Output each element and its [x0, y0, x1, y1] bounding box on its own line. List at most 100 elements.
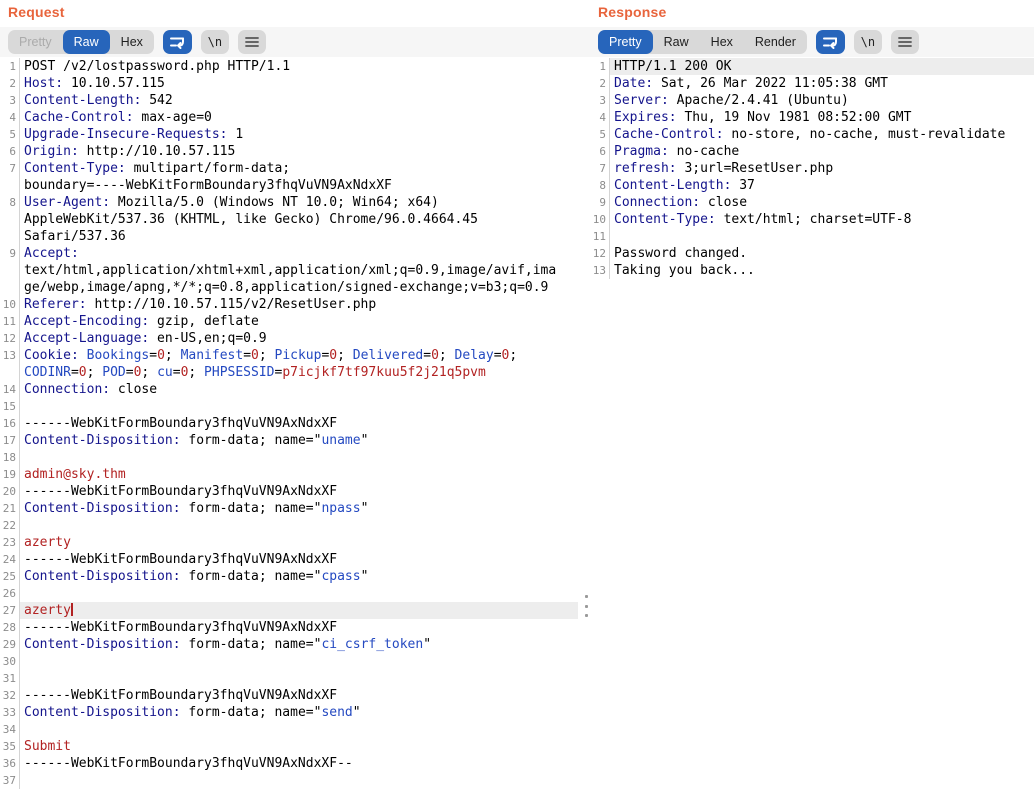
line-number: 6 — [590, 143, 609, 160]
line-number: 9 — [590, 194, 609, 211]
code-line: 15 — [0, 398, 578, 415]
line-number: 23 — [0, 534, 19, 551]
line-text: Cookie: Bookings=0; Manifest=0; Pickup=0… — [19, 347, 578, 364]
newline-icon-button[interactable]: \n — [201, 30, 229, 54]
line-number: 6 — [0, 143, 19, 160]
line-number — [0, 262, 19, 279]
response-editor[interactable]: 1HTTP/1.1 200 OK2Date: Sat, 26 Mar 2022 … — [590, 58, 1034, 279]
line-number: 8 — [590, 177, 609, 194]
grip-dot-icon — [585, 614, 588, 617]
line-text: CODINR=0; POD=0; cu=0; PHPSESSID=p7icjkf… — [19, 364, 578, 381]
line-text: text/html,application/xhtml+xml,applicat… — [19, 262, 578, 279]
line-text: Submit — [19, 738, 578, 755]
line-number: 7 — [0, 160, 19, 177]
code-line: 6Origin: http://10.10.57.115 — [0, 143, 578, 160]
line-number: 13 — [590, 262, 609, 279]
line-text: ------WebKitFormBoundary3fhqVuVN9AxNdxXF — [19, 415, 578, 432]
code-line: 16------WebKitFormBoundary3fhqVuVN9AxNdx… — [0, 415, 578, 432]
line-text: boundary=----WebKitFormBoundary3fhqVuVN9… — [19, 177, 578, 194]
request-panel-title: Request — [8, 4, 65, 20]
code-line: 7refresh: 3;url=ResetUser.php — [590, 160, 1034, 177]
code-line: 28------WebKitFormBoundary3fhqVuVN9AxNdx… — [0, 619, 578, 636]
tab-hex[interactable]: Hex — [110, 30, 154, 54]
code-line: 11Accept-Encoding: gzip, deflate — [0, 313, 578, 330]
line-number: 32 — [0, 687, 19, 704]
tab-raw[interactable]: Raw — [653, 30, 700, 54]
code-line: 12Password changed. — [590, 245, 1034, 262]
code-line: AppleWebKit/537.36 (KHTML, like Gecko) C… — [0, 211, 578, 228]
line-number — [0, 279, 19, 296]
code-line: 2Date: Sat, 26 Mar 2022 11:05:38 GMT — [590, 75, 1034, 92]
wrap-icon-button[interactable] — [816, 30, 845, 54]
tab-render[interactable]: Render — [744, 30, 807, 54]
line-text — [19, 585, 578, 602]
code-line: 32------WebKitFormBoundary3fhqVuVN9AxNdx… — [0, 687, 578, 704]
line-number: 2 — [590, 75, 609, 92]
line-text: Accept-Encoding: gzip, deflate — [19, 313, 578, 330]
newline-icon-button[interactable]: \n — [854, 30, 882, 54]
line-number: 2 — [0, 75, 19, 92]
grip-dot-icon — [585, 595, 588, 598]
line-number — [0, 228, 19, 245]
line-number: 11 — [590, 228, 609, 245]
request-editor[interactable]: 1POST /v2/lostpassword.php HTTP/1.12Host… — [0, 58, 578, 789]
line-text — [609, 228, 1034, 245]
code-line: 24------WebKitFormBoundary3fhqVuVN9AxNdx… — [0, 551, 578, 568]
code-line: 1HTTP/1.1 200 OK — [590, 58, 1034, 75]
code-line: 18 — [0, 449, 578, 466]
tab-pretty[interactable]: Pretty — [8, 30, 63, 54]
tab-hex[interactable]: Hex — [700, 30, 744, 54]
wrap-icon-button[interactable] — [163, 30, 192, 54]
line-number: 16 — [0, 415, 19, 432]
line-text: Connection: close — [609, 194, 1034, 211]
line-number: 20 — [0, 483, 19, 500]
line-text: Upgrade-Insecure-Requests: 1 — [19, 126, 578, 143]
code-line: text/html,application/xhtml+xml,applicat… — [0, 262, 578, 279]
code-line: 20------WebKitFormBoundary3fhqVuVN9AxNdx… — [0, 483, 578, 500]
line-text: ------WebKitFormBoundary3fhqVuVN9AxNdxXF — [19, 551, 578, 568]
line-number: 15 — [0, 398, 19, 415]
tab-raw[interactable]: Raw — [63, 30, 110, 54]
code-line: 3Server: Apache/2.4.41 (Ubuntu) — [590, 92, 1034, 109]
line-number: 1 — [0, 58, 19, 75]
line-number: 3 — [0, 92, 19, 109]
line-number: 8 — [0, 194, 19, 211]
line-number: 29 — [0, 636, 19, 653]
line-text: Content-Disposition: form-data; name="ci… — [19, 636, 578, 653]
panel-splitter-handle[interactable] — [582, 595, 590, 617]
line-text: Content-Disposition: form-data; name="un… — [19, 432, 578, 449]
line-text: refresh: 3;url=ResetUser.php — [609, 160, 1034, 177]
line-number: 14 — [0, 381, 19, 398]
code-line: 33Content-Disposition: form-data; name="… — [0, 704, 578, 721]
request-toolbar: PrettyRawHex \n — [8, 30, 266, 54]
line-number: 10 — [590, 211, 609, 228]
code-line: 35Submit — [0, 738, 578, 755]
line-text: User-Agent: Mozilla/5.0 (Windows NT 10.0… — [19, 194, 578, 211]
line-number: 22 — [0, 517, 19, 534]
line-text: Password changed. — [609, 245, 1034, 262]
code-line: 3Content-Length: 542 — [0, 92, 578, 109]
menu-icon-button[interactable] — [238, 30, 266, 54]
code-line: 10Content-Type: text/html; charset=UTF-8 — [590, 211, 1034, 228]
line-text — [19, 449, 578, 466]
code-line: 13Taking you back... — [590, 262, 1034, 279]
line-number: 19 — [0, 466, 19, 483]
code-line: 4Cache-Control: max-age=0 — [0, 109, 578, 126]
code-line: 12Accept-Language: en-US,en;q=0.9 — [0, 330, 578, 347]
line-text: Connection: close — [19, 381, 578, 398]
line-number: 33 — [0, 704, 19, 721]
menu-icon-button[interactable] — [891, 30, 919, 54]
line-text: Referer: http://10.10.57.115/v2/ResetUse… — [19, 296, 578, 313]
tab-pretty[interactable]: Pretty — [598, 30, 653, 54]
code-line: 4Expires: Thu, 19 Nov 1981 08:52:00 GMT — [590, 109, 1034, 126]
code-line: Safari/537.36 — [0, 228, 578, 245]
line-text: Host: 10.10.57.115 — [19, 75, 578, 92]
line-text: Safari/537.36 — [19, 228, 578, 245]
line-text: Content-Disposition: form-data; name="np… — [19, 500, 578, 517]
line-text: ------WebKitFormBoundary3fhqVuVN9AxNdxXF — [19, 619, 578, 636]
line-number: 18 — [0, 449, 19, 466]
code-line: CODINR=0; POD=0; cu=0; PHPSESSID=p7icjkf… — [0, 364, 578, 381]
line-text: Accept-Language: en-US,en;q=0.9 — [19, 330, 578, 347]
line-number — [0, 211, 19, 228]
line-number: 4 — [590, 109, 609, 126]
